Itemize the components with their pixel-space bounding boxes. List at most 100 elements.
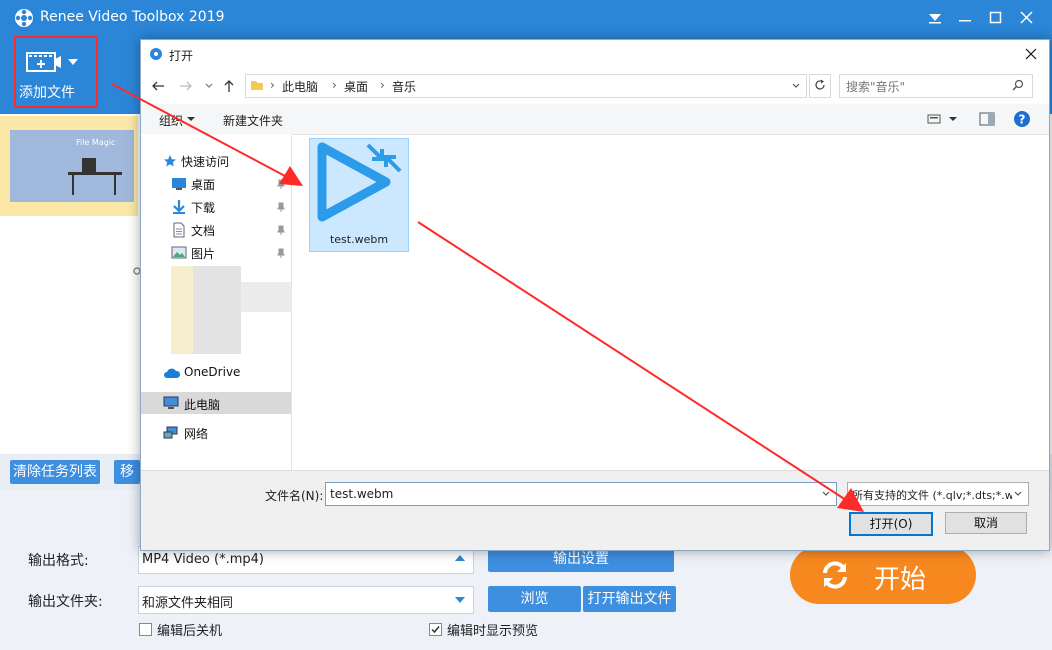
filename-value: test.webm	[330, 487, 394, 501]
minimize-icon[interactable]	[958, 12, 972, 24]
address-bar[interactable]: › 此电脑 › 桌面 › 音乐	[245, 74, 807, 98]
shutdown-after-edit-label: 编辑后关机	[157, 624, 223, 639]
desktop-icon	[172, 178, 186, 190]
breadcrumb-this-pc[interactable]: 此电脑	[282, 78, 318, 95]
chevron-down-icon	[455, 597, 465, 603]
dialog-title: 打开	[169, 49, 194, 63]
pin-icon	[277, 225, 285, 235]
clear-tasks-button[interactable]: 清除任务列表	[10, 460, 100, 484]
checkmark-icon	[431, 626, 440, 634]
recent-chevron-icon[interactable]	[205, 83, 213, 89]
task-item[interactable]: File Magic	[0, 116, 138, 216]
file-name-label: test.webm	[329, 233, 389, 246]
open-output-button[interactable]: 打开输出文件	[583, 586, 676, 612]
filetype-value: 所有支持的文件 (*.qlv;*.dts;*.w	[852, 489, 1012, 502]
show-preview-label: 编辑时显示预览	[447, 624, 539, 639]
dialog-app-icon	[150, 48, 162, 60]
nav-item-onedrive[interactable]: OneDrive	[163, 364, 289, 382]
download-arrow-icon	[173, 200, 185, 214]
nav-label-onedrive: OneDrive	[184, 365, 241, 379]
nav-item-pictures[interactable]: 图片	[171, 244, 289, 262]
pin-icon	[277, 202, 285, 212]
cancel-button[interactable]: 取消	[945, 512, 1027, 534]
blurred-folders-extra	[241, 282, 291, 312]
open-button[interactable]: 打开(O)	[849, 512, 933, 536]
preview-pane-icon[interactable]	[979, 112, 995, 126]
maximize-icon[interactable]	[989, 11, 1003, 25]
breadcrumb-desktop[interactable]: 桌面	[344, 78, 368, 95]
forward-arrow-icon[interactable]	[179, 80, 193, 92]
nav-label-network: 网络	[184, 427, 209, 441]
refresh-small-icon	[815, 79, 825, 90]
add-file-button[interactable]: 添加文件	[14, 36, 98, 108]
filetype-chevron-icon	[1014, 491, 1022, 496]
document-icon	[173, 222, 185, 238]
search-input[interactable]: 搜索"音乐"	[839, 74, 1033, 98]
navigation-pane: 快速访问 桌面 下载 文档 图片 OneDrive 此电脑 网络	[141, 134, 293, 470]
task-list: File Magic	[0, 114, 141, 454]
picture-icon	[171, 246, 187, 259]
show-preview-checkbox[interactable]	[429, 623, 442, 636]
network-icon	[163, 426, 178, 439]
app-title: Renee Video Toolbox 2019	[40, 9, 225, 25]
filetype-select[interactable]: 所有支持的文件 (*.qlv;*.dts;*.w	[847, 482, 1029, 506]
chevron-down-icon	[68, 59, 78, 65]
nav-item-downloads[interactable]: 下载	[171, 198, 289, 216]
add-file-label: 添加文件	[19, 85, 75, 101]
breadcrumb-music[interactable]: 音乐	[392, 78, 416, 95]
filename-input[interactable]: test.webm	[325, 482, 837, 506]
nav-item-quick-access[interactable]: 快速访问	[163, 152, 289, 170]
open-file-dialog: 打开 › 此电脑 › 桌面 › 音乐 搜索"音乐" 组织 新建文件夹 ? 快速访…	[140, 39, 1050, 551]
svg-text:?: ?	[1019, 113, 1026, 127]
address-history-chevron-icon[interactable]	[792, 83, 800, 89]
nav-label-pictures: 图片	[191, 247, 216, 261]
shutdown-after-edit-checkbox[interactable]	[139, 623, 152, 636]
dialog-titlebar: 打开	[141, 40, 1049, 68]
app-logo-icon	[15, 9, 33, 27]
view-chevron-icon[interactable]	[949, 117, 957, 122]
nav-item-this-pc[interactable]: 此电脑	[141, 392, 291, 414]
add-video-icon	[26, 52, 61, 72]
nav-item-network[interactable]: 网络	[163, 424, 289, 442]
computer-icon	[163, 396, 179, 409]
folder-icon	[251, 81, 263, 90]
help-icon[interactable]: ?	[1013, 110, 1031, 128]
star-icon	[164, 155, 176, 167]
output-folder-select[interactable]: 和源文件夹相同	[138, 586, 474, 614]
nav-label-documents: 文档	[191, 224, 216, 238]
nav-item-documents[interactable]: 文档	[171, 221, 289, 239]
command-bar: 组织 新建文件夹 ?	[141, 104, 1049, 135]
file-item-test-webm[interactable]: test.webm	[309, 138, 409, 252]
move-button[interactable]: 移	[114, 460, 140, 484]
close-app-icon[interactable]	[1020, 11, 1034, 25]
nav-label-desktop: 桌面	[191, 178, 216, 192]
view-options-icon[interactable]	[927, 113, 941, 125]
address-bar-row: › 此电脑 › 桌面 › 音乐 搜索"音乐"	[141, 68, 1049, 104]
chevron-up-icon	[455, 555, 465, 561]
nav-label-this-pc: 此电脑	[184, 398, 221, 412]
refresh-icon	[823, 561, 847, 589]
filename-chevron-icon[interactable]	[822, 491, 830, 497]
start-label: 开始	[874, 565, 927, 595]
nav-item-desktop[interactable]: 桌面	[171, 175, 289, 193]
back-arrow-icon[interactable]	[151, 80, 165, 92]
dialog-footer: 文件名(N): test.webm 所有支持的文件 (*.qlv;*.dts;*…	[141, 470, 1049, 550]
app-titlebar: Renee Video Toolbox 2019	[0, 0, 1052, 36]
close-dialog-icon[interactable]	[1025, 48, 1037, 60]
dropdown-menu-icon[interactable]	[928, 12, 942, 24]
video-file-icon	[317, 142, 402, 222]
output-format-value: MP4 Video (*.mp4)	[142, 552, 264, 567]
pin-icon	[277, 179, 285, 189]
start-button[interactable]: 开始	[790, 546, 976, 604]
refresh-button[interactable]	[809, 74, 831, 98]
up-arrow-icon[interactable]	[223, 79, 235, 93]
organize-button[interactable]: 组织	[159, 112, 183, 129]
nav-label-downloads: 下载	[191, 201, 216, 215]
filename-label: 文件名(N):	[265, 489, 324, 503]
cloud-icon	[164, 368, 181, 378]
output-folder-value: 和源文件夹相同	[142, 596, 234, 611]
search-placeholder: 搜索"音乐"	[846, 80, 906, 94]
output-format-label: 输出格式:	[28, 553, 89, 569]
browse-button[interactable]: 浏览	[488, 586, 581, 612]
new-folder-button[interactable]: 新建文件夹	[223, 112, 283, 129]
